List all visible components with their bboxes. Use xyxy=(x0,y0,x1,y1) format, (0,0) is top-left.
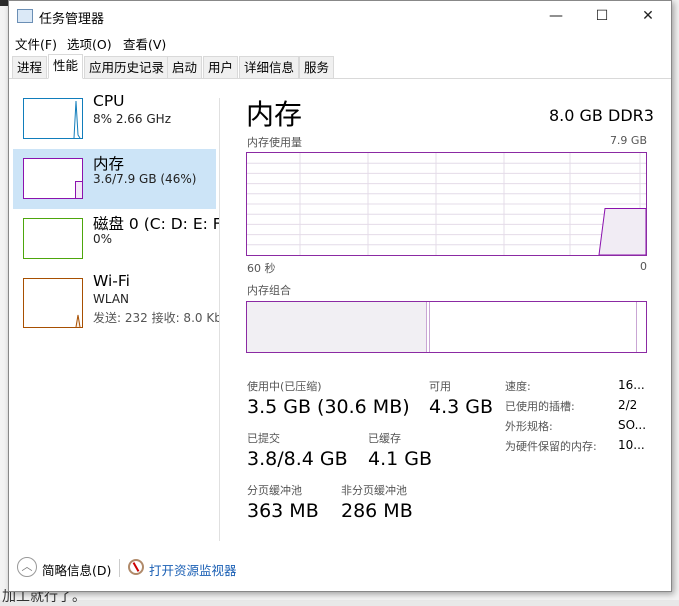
sidebar-item-sub: 8% 2.66 GHz xyxy=(93,112,172,126)
chevron-up-icon[interactable]: ︿ xyxy=(17,557,37,577)
footer-separator xyxy=(119,559,120,577)
sidebar-item-sub: 0% xyxy=(93,232,113,246)
panel-divider[interactable] xyxy=(219,98,220,541)
paged-pool-label: 分页缓冲池 xyxy=(247,484,302,497)
prop-form-factor-value: SO... xyxy=(618,418,647,432)
available-label: 可用 xyxy=(429,380,451,393)
prop-speed-label: 速度: xyxy=(505,380,531,393)
sidebar-item-label: CPU xyxy=(93,92,125,110)
in-use-segment xyxy=(247,302,427,352)
tab-details[interactable]: 详细信息 xyxy=(239,56,300,78)
tab-users[interactable]: 用户 xyxy=(203,56,239,78)
prop-form-factor-label: 外形规格: xyxy=(505,420,553,433)
committed-label: 已提交 xyxy=(247,432,280,445)
sidebar-item-disk[interactable]: 磁盘 0 (C: D: E: F: 0% xyxy=(13,209,219,269)
page-title: 内存 xyxy=(246,98,303,131)
disk-thumbnail-graph xyxy=(23,218,83,259)
resource-monitor-icon xyxy=(128,559,144,575)
sidebar-item-cpu[interactable]: CPU 8% 2.66 GHz xyxy=(13,89,216,149)
open-resource-monitor-link[interactable]: 打开资源监视器 xyxy=(149,560,237,579)
sidebar-item-label: 内存 xyxy=(93,155,125,173)
prop-slots-value: 2/2 xyxy=(618,398,638,412)
title-bar[interactable]: 任务管理器 — ☐ ✕ xyxy=(9,1,671,31)
menu-options[interactable]: 选项(O) xyxy=(67,34,112,53)
sidebar-item-sub: WLAN xyxy=(93,292,130,306)
tab-bar: 进程 性能 应用历史记录 启动 用户 详细信息 服务 xyxy=(9,54,671,79)
cpu-thumbnail-graph xyxy=(23,98,83,139)
paged-pool-value: 363 MB xyxy=(247,500,319,522)
prop-reserved-value: 10... xyxy=(618,438,645,452)
available-value: 4.3 GB xyxy=(429,396,494,418)
usage-label: 内存使用量 xyxy=(247,136,302,149)
menu-view[interactable]: 查看(V) xyxy=(123,34,166,53)
window-title: 任务管理器 xyxy=(39,12,105,27)
sidebar-item-label: Wi-Fi xyxy=(93,272,130,290)
x-axis-left-label: 60 秒 xyxy=(247,262,276,275)
memory-usage-area xyxy=(598,208,646,255)
cached-label: 已缓存 xyxy=(368,432,401,445)
in-use-value: 3.5 GB (30.6 MB) xyxy=(247,396,410,418)
task-manager-icon xyxy=(17,9,33,23)
memory-spec: 8.0 GB DDR3 xyxy=(549,106,654,125)
usage-max: 7.9 GB xyxy=(609,134,647,147)
tab-performance[interactable]: 性能 xyxy=(48,54,84,79)
close-button[interactable]: ✕ xyxy=(625,1,671,31)
sidebar-item-wifi[interactable]: Wi-Fi WLAN 发送: 232 接收: 8.0 Kb xyxy=(13,269,219,333)
memory-usage-graph xyxy=(246,152,647,256)
task-manager-window: 任务管理器 — ☐ ✕ 文件(F) 选项(O) 查看(V) 进程 性能 应用历史… xyxy=(8,0,672,592)
prop-speed-value: 16... xyxy=(618,378,645,392)
sidebar-item-memory[interactable]: 内存 3.6/7.9 GB (46%) xyxy=(13,149,216,209)
committed-value: 3.8/8.4 GB xyxy=(247,448,348,470)
prop-reserved-label: 为硬件保留的内存: xyxy=(505,440,597,453)
maximize-button[interactable]: ☐ xyxy=(579,1,625,31)
nonpaged-pool-value: 286 MB xyxy=(341,500,413,522)
in-use-label: 使用中(已压缩) xyxy=(247,380,322,393)
memory-composition-bar xyxy=(246,301,647,353)
fewer-details-button[interactable]: 简略信息(D) xyxy=(42,560,111,579)
x-axis-right-label: 0 xyxy=(640,260,647,273)
tab-services[interactable]: 服务 xyxy=(299,56,335,78)
composition-label: 内存组合 xyxy=(247,284,291,297)
menu-file[interactable]: 文件(F) xyxy=(15,34,57,53)
prop-slots-label: 已使用的插槽: xyxy=(505,400,575,413)
tab-processes[interactable]: 进程 xyxy=(12,56,48,78)
memory-thumbnail-graph xyxy=(23,158,83,199)
wifi-thumbnail-graph xyxy=(23,278,83,328)
sidebar-item-sub2: 发送: 232 接收: 8.0 Kb xyxy=(93,311,219,325)
sidebar-item-label: 磁盘 0 (C: D: E: F: xyxy=(93,215,219,233)
tab-app-history[interactable]: 应用历史记录 xyxy=(84,56,170,78)
sidebar-item-sub: 3.6/7.9 GB (46%) xyxy=(93,172,197,186)
cached-value: 4.1 GB xyxy=(368,448,433,470)
minimize-button[interactable]: — xyxy=(533,1,579,31)
standby-segment xyxy=(636,302,637,352)
modified-segment xyxy=(429,302,430,352)
nonpaged-pool-label: 非分页缓冲池 xyxy=(341,484,407,497)
tab-startup[interactable]: 启动 xyxy=(167,56,203,78)
